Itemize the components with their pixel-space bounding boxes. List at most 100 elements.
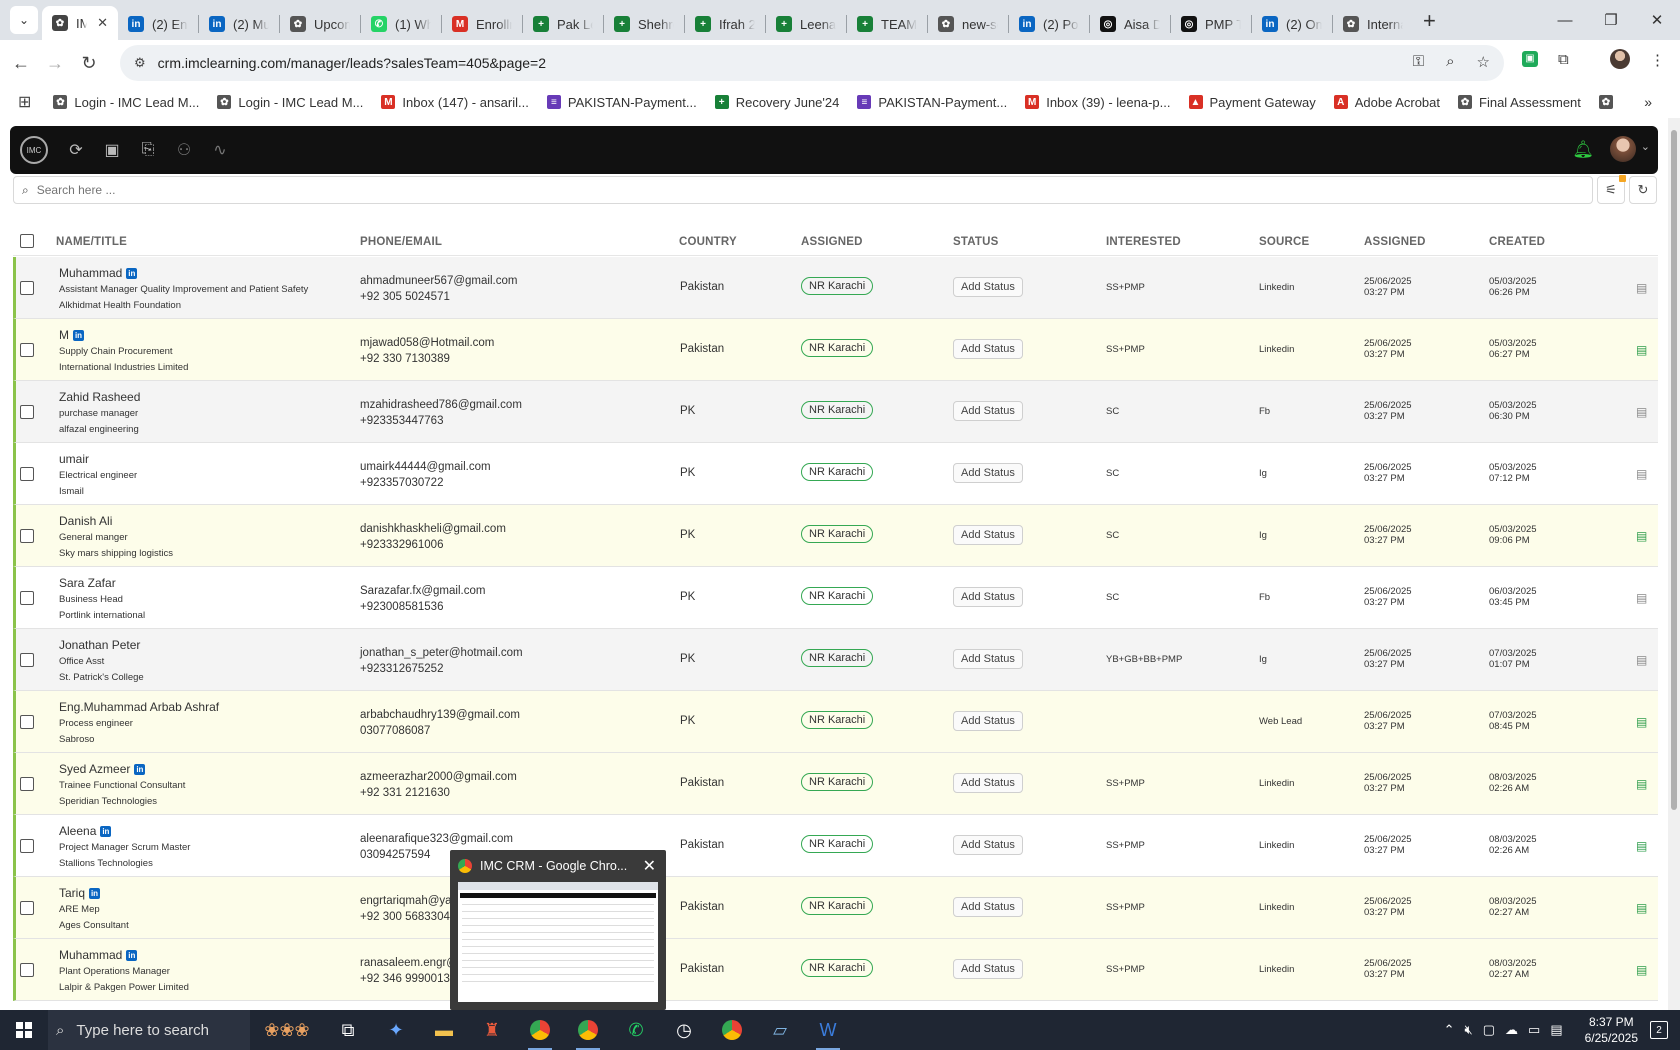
lead-name[interactable]: Danish Ali <box>59 514 112 528</box>
assigned-team-badge[interactable]: NR Karachi <box>801 959 874 977</box>
assigned-team-badge[interactable]: NR Karachi <box>801 773 874 791</box>
assigned-team-badge[interactable]: NR Karachi <box>801 649 874 667</box>
preview-thumbnail[interactable] <box>458 882 658 1002</box>
assigned-team-badge[interactable]: NR Karachi <box>801 525 874 543</box>
assigned-team-badge[interactable]: NR Karachi <box>801 835 874 853</box>
notes-document-icon[interactable]: ▤ <box>1636 467 1647 481</box>
table-row[interactable]: Zahid Rasheed purchase manager alfazal eng… <box>13 381 1658 443</box>
lead-email[interactable]: umairk44444@gmail.com <box>360 459 491 475</box>
add-status-button[interactable]: Add Status <box>953 339 1023 359</box>
taskbar-search-input[interactable] <box>76 1021 237 1039</box>
lead-name[interactable]: Syed Azmeer <box>59 762 130 776</box>
bookmark-item[interactable]: + Recovery June'24 <box>714 95 839 110</box>
row-checkbox[interactable] <box>20 715 34 729</box>
assigned-team-badge[interactable]: NR Karachi <box>801 339 874 357</box>
zoom-icon[interactable]: ⌕ <box>1446 53 1454 71</box>
add-status-button[interactable]: Add Status <box>953 525 1023 545</box>
network-icon[interactable]: ▭ <box>1528 1022 1540 1038</box>
add-status-button[interactable]: Add Status <box>953 587 1023 607</box>
word-icon[interactable]: W <box>804 1010 852 1050</box>
notes-document-icon[interactable]: ▤ <box>1636 591 1647 605</box>
linkedin-icon[interactable]: in <box>126 950 138 961</box>
start-button[interactable] <box>0 1010 48 1050</box>
linkedin-icon[interactable]: in <box>89 888 101 899</box>
lead-phone[interactable]: +92 305 5024571 <box>360 289 517 305</box>
lead-phone[interactable]: 03077086087 <box>360 723 520 739</box>
display-icon[interactable]: ▤ <box>1550 1022 1562 1038</box>
col-assigned-team[interactable]: ASSIGNED <box>801 236 863 248</box>
news-widget-icon[interactable]: ❀❀❀ <box>250 1010 324 1050</box>
assigned-team-badge[interactable]: NR Karachi <box>801 897 874 915</box>
bookmarks-overflow-icon[interactable]: » <box>1644 94 1652 110</box>
add-status-button[interactable]: Add Status <box>953 835 1023 855</box>
forward-arrow-icon[interactable]: → <box>38 53 72 74</box>
linkedin-icon[interactable]: in <box>73 330 84 341</box>
table-row[interactable]: Muhammad in Assistant Manager Quality Impr… <box>13 257 1658 319</box>
lead-name[interactable]: umair <box>59 452 89 466</box>
tab-close-icon[interactable]: ✕ <box>97 15 108 31</box>
whatsapp-icon[interactable]: ✆ <box>612 1010 660 1050</box>
scrollbar-thumb[interactable] <box>1671 130 1677 810</box>
chevron-down-icon[interactable]: ⌄ <box>1641 140 1650 153</box>
lead-email[interactable]: ranasaleem.engr@ <box>360 955 458 971</box>
add-status-button[interactable]: Add Status <box>953 897 1023 917</box>
restore-icon[interactable]: ❐ <box>1588 11 1634 29</box>
site-info-icon[interactable]: ⚙ <box>134 55 146 71</box>
col-interested[interactable]: INTERESTED <box>1106 236 1181 248</box>
bookmark-item[interactable]: A Adobe Acrobat <box>1333 95 1440 110</box>
browser-tab[interactable]: ✿ IM ✕ <box>42 6 118 40</box>
add-status-button[interactable]: Add Status <box>953 401 1023 421</box>
notification-bell-icon[interactable]: 🔔︎ <box>1572 140 1594 160</box>
select-all-checkbox[interactable] <box>20 234 34 248</box>
lead-phone[interactable]: +923353447763 <box>360 413 522 429</box>
notes-document-icon[interactable]: ▤ <box>1636 777 1647 791</box>
url-text[interactable]: crm.imclearning.com/manager/leads?salesT… <box>158 55 546 71</box>
back-arrow-icon[interactable]: ← <box>4 53 38 74</box>
col-country[interactable]: COUNTRY <box>679 236 737 248</box>
browser-tab[interactable]: in (2) Eng <box>118 8 198 40</box>
notepad-icon[interactable]: ▱ <box>756 1010 804 1050</box>
bookmark-item[interactable]: ✿ Final Assessment <box>1458 95 1581 110</box>
lead-email[interactable]: azmeerazhar2000@gmail.com <box>360 769 517 785</box>
lead-phone[interactable]: +92 330 7130389 <box>360 351 494 367</box>
lead-email[interactable]: mjawad058@Hotmail.com <box>360 335 494 351</box>
browser-tab[interactable]: ✆ (1) Wh <box>361 8 441 40</box>
notes-document-icon[interactable]: ▤ <box>1636 281 1647 295</box>
lead-phone[interactable]: +92 346 9990013 <box>360 971 458 987</box>
apps-grid-icon[interactable]: ⊞ <box>18 92 31 112</box>
table-row[interactable]: umair Electrical engineer Ismail umairk4444… <box>13 443 1658 505</box>
bookmark-item[interactable]: ≡ PAKISTAN-Payment... <box>857 95 1007 110</box>
row-checkbox[interactable] <box>20 591 34 605</box>
lead-name[interactable]: M <box>59 328 69 342</box>
lead-email[interactable]: mzahidrasheed786@gmail.com <box>360 397 522 413</box>
lead-phone[interactable]: +92 300 5683304 <box>360 909 452 925</box>
onedrive-icon[interactable]: ☁ <box>1505 1022 1518 1038</box>
volume-muted-icon[interactable]: 🔇︎ <box>1465 1022 1473 1038</box>
lead-email[interactable]: Sarazafar.fx@gmail.com <box>360 583 485 599</box>
lead-phone[interactable]: +923008581536 <box>360 599 485 615</box>
col-phone-email[interactable]: PHONE/EMAIL <box>360 236 442 248</box>
bookmark-item[interactable]: ≡ PAKISTAN-Payment... <box>546 95 697 110</box>
col-source[interactable]: SOURCE <box>1259 236 1309 248</box>
extension-green-icon[interactable]: ▣ <box>1522 51 1538 67</box>
tray-app-icon[interactable]: ▢ <box>1483 1022 1495 1038</box>
user-icon[interactable]: ⚇ <box>176 140 192 160</box>
browser-tab[interactable]: ✿ Interna <box>1333 8 1413 40</box>
browser-tab[interactable]: ✿ new-se <box>928 8 1008 40</box>
lead-phone[interactable]: +923332961006 <box>360 537 506 553</box>
row-checkbox[interactable] <box>20 963 34 977</box>
table-row[interactable]: Aleena in Project Manager Scrum Master Stal… <box>13 815 1658 877</box>
browser-tab[interactable]: + Shehro <box>604 8 684 40</box>
document-icon[interactable]: ⎘ <box>140 141 156 159</box>
close-window-icon[interactable]: ✕ <box>1634 11 1680 29</box>
browser-tab[interactable]: in (2) Mul <box>199 8 279 40</box>
lead-name[interactable]: Muhammad <box>59 948 122 962</box>
assigned-team-badge[interactable]: NR Karachi <box>801 587 874 605</box>
bookmark-item[interactable]: ✿ Login - IMC Lead M... <box>217 95 363 110</box>
lead-name[interactable]: Aleena <box>59 824 96 838</box>
lead-phone[interactable]: +923357030722 <box>360 475 491 491</box>
lead-name[interactable]: Zahid Rasheed <box>59 390 140 404</box>
taskbar-window-preview[interactable]: IMC CRM - Google Chro... ✕ <box>450 850 666 1010</box>
add-status-button[interactable]: Add Status <box>953 773 1023 793</box>
browser-tab[interactable]: + Pak Lea <box>523 8 603 40</box>
